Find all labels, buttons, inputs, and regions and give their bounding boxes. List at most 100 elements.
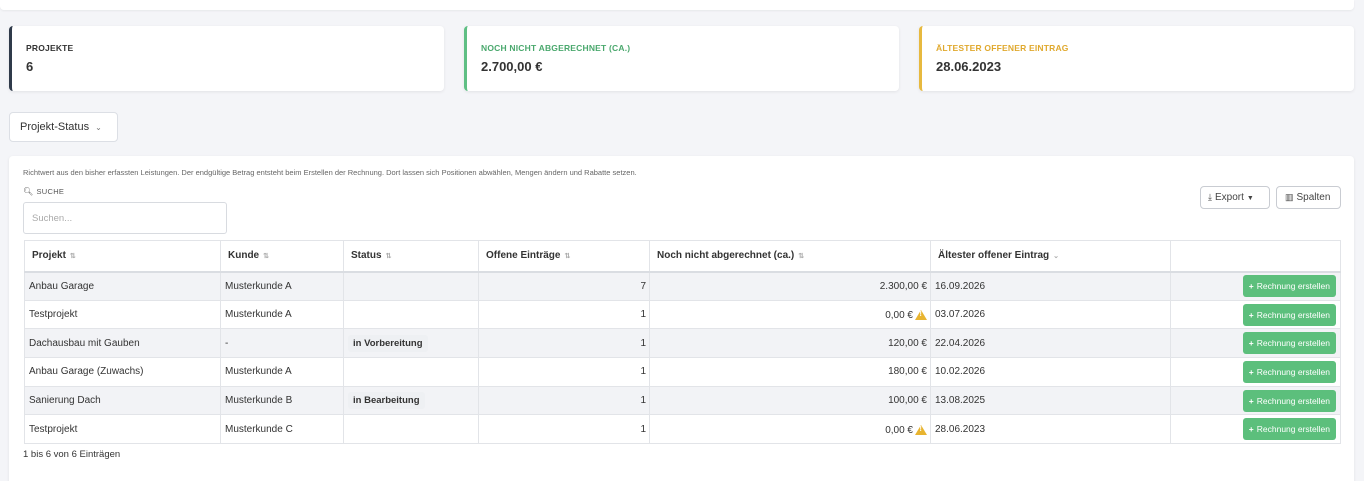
sort-desc-icon: ⌄ bbox=[1053, 253, 1060, 261]
cell-projekt[interactable]: Anbau Garage bbox=[24, 271, 221, 301]
cell-aeltester-eintrag: 16.09.2026 bbox=[930, 271, 1171, 301]
warning-icon bbox=[915, 310, 927, 321]
chevron-down-icon: ⌄ bbox=[95, 123, 102, 132]
export-label: Export bbox=[1214, 192, 1244, 203]
projects-panel: Richtwert aus den bisher erfassten Leist… bbox=[9, 156, 1354, 481]
plus-icon: + bbox=[1248, 309, 1254, 320]
cell-offene-eintraege: 1 bbox=[478, 385, 650, 416]
create-invoice-button[interactable]: + Rechnung erstellen bbox=[1242, 389, 1336, 412]
cell-offene-eintraege: 1 bbox=[478, 357, 650, 387]
table-row[interactable]: TestprojektMusterkunde A 1 0,00 € 03.07.202… bbox=[24, 299, 1341, 330]
cell-actions: + Rechnung erstellen bbox=[1170, 299, 1341, 330]
plus-icon: + bbox=[1248, 366, 1254, 377]
create-invoice-label: Rechnung erstellen bbox=[1256, 338, 1330, 349]
cell-status bbox=[343, 357, 479, 387]
col-header-status[interactable]: Status ⇅ bbox=[343, 240, 479, 273]
download-icon: ⤓ bbox=[1208, 192, 1212, 202]
cell-betrag: 120,00 € bbox=[649, 328, 931, 359]
create-invoice-button[interactable]: + Rechnung erstellen bbox=[1242, 303, 1336, 326]
create-invoice-label: Rechnung erstellen bbox=[1256, 366, 1330, 377]
cell-kunde: Musterkunde B bbox=[220, 385, 344, 416]
cell-projekt[interactable]: Dachausbau mit Gauben bbox=[24, 328, 221, 359]
search-label-text: SUCHE bbox=[36, 187, 65, 196]
project-status-dropdown[interactable]: Projekt-Status ⌄ bbox=[9, 112, 118, 142]
export-button[interactable]: ⤓ Export ▼ bbox=[1200, 186, 1270, 209]
cell-projekt[interactable]: Testprojekt bbox=[24, 299, 221, 330]
cell-betrag: 0,00 € bbox=[649, 299, 931, 330]
col-header-projekt[interactable]: Projekt ⇅ bbox=[24, 240, 221, 273]
plus-icon: + bbox=[1248, 424, 1254, 435]
search-input[interactable] bbox=[23, 202, 227, 234]
cell-status bbox=[343, 271, 479, 301]
create-invoice-button[interactable]: + Rechnung erstellen bbox=[1242, 275, 1336, 298]
caret-down-icon: ▼ bbox=[1246, 195, 1254, 202]
columns-label: Spalten bbox=[1296, 192, 1331, 203]
sort-icon: ⇅ bbox=[385, 253, 392, 261]
table-row[interactable]: TestprojektMusterkunde C 1 0,00 € 28.06.202… bbox=[24, 414, 1341, 445]
cell-aeltester-eintrag: 03.07.2026 bbox=[930, 299, 1171, 330]
search-icon: 🔍︎ bbox=[23, 187, 34, 196]
plus-icon: + bbox=[1248, 281, 1254, 292]
table-row[interactable]: Dachausbau mit Gauben - in Vorbereitung 1 12… bbox=[24, 328, 1341, 359]
cell-projekt[interactable]: Anbau Garage (Zuwachs) bbox=[24, 357, 221, 387]
cell-kunde: Musterkunde A bbox=[220, 299, 344, 330]
cell-status bbox=[343, 414, 479, 445]
col-header-actions bbox=[1170, 240, 1341, 273]
card-open-amount-title: NOCH NICHT ABGERECHNET (CA.) bbox=[481, 43, 631, 53]
table-row[interactable]: Anbau Garage Musterkunde A 7 2.300,00 €16.0… bbox=[24, 271, 1341, 301]
col-header-aeltester-eintrag[interactable]: Ältester offener Eintrag ⌄ bbox=[930, 240, 1171, 273]
card-oldest-entry-value: 28.06.2023 bbox=[936, 59, 1002, 74]
cell-actions: + Rechnung erstellen bbox=[1170, 385, 1341, 416]
cell-betrag: 180,00 € bbox=[649, 357, 931, 387]
create-invoice-label: Rechnung erstellen bbox=[1256, 395, 1330, 406]
sort-icon: ⇅ bbox=[263, 253, 269, 261]
col-header-offene-eintraege[interactable]: Offene Einträge ⇅ bbox=[478, 240, 650, 273]
table-info: 1 bis 6 von 6 Einträgen bbox=[23, 449, 121, 460]
top-bar bbox=[0, 0, 1354, 10]
cell-aeltester-eintrag: 28.06.2023 bbox=[930, 414, 1171, 445]
cell-offene-eintraege: 7 bbox=[478, 271, 650, 301]
col-header-betrag[interactable]: Noch nicht abgerechnet (ca.) ⇅ bbox=[649, 240, 931, 273]
card-open-amount-value: 2.700,00 € bbox=[481, 59, 543, 74]
table-row[interactable]: Sanierung Dach Musterkunde Bin Bearbeitun… bbox=[24, 385, 1341, 416]
cell-offene-eintraege: 1 bbox=[478, 299, 650, 330]
amount-value: 100,00 € bbox=[888, 395, 927, 407]
cell-kunde: Musterkunde A bbox=[220, 357, 344, 387]
cell-projekt[interactable]: Sanierung Dach bbox=[24, 385, 221, 416]
create-invoice-label: Rechnung erstellen bbox=[1256, 424, 1330, 435]
cell-actions: + Rechnung erstellen bbox=[1170, 271, 1341, 301]
sort-icon: ⇅ bbox=[798, 253, 805, 261]
create-invoice-button[interactable]: + Rechnung erstellen bbox=[1242, 332, 1336, 355]
create-invoice-button[interactable]: + Rechnung erstellen bbox=[1242, 360, 1336, 383]
amount-value: 2.300,00 € bbox=[879, 280, 927, 292]
amount-value: 0,00 € bbox=[885, 424, 913, 436]
card-oldest-entry: ÄLTESTER OFFENER EINTRAG 28.06.2023 bbox=[919, 26, 1354, 91]
cell-status: in Vorbereitung bbox=[343, 328, 479, 359]
warning-icon bbox=[915, 424, 927, 435]
create-invoice-button[interactable]: + Rechnung erstellen bbox=[1242, 418, 1336, 441]
cell-projekt[interactable]: Testprojekt bbox=[24, 414, 221, 445]
cell-status bbox=[343, 299, 479, 330]
cell-kunde: Musterkunde A bbox=[220, 271, 344, 301]
sort-icon: ⇅ bbox=[564, 253, 571, 261]
columns-icon: ▥ bbox=[1285, 192, 1294, 202]
project-status-label: Projekt-Status bbox=[20, 121, 90, 133]
columns-button[interactable]: ▥ Spalten bbox=[1276, 186, 1341, 209]
plus-icon: + bbox=[1248, 395, 1254, 406]
table-row[interactable]: Anbau Garage (Zuwachs) Musterkunde A 1 180,… bbox=[24, 357, 1341, 387]
estimate-hint: Richtwert aus den bisher erfassten Leist… bbox=[23, 168, 637, 177]
status-badge: in Bearbeitung bbox=[348, 392, 425, 410]
cell-status: in Bearbeitung bbox=[343, 385, 479, 416]
create-invoice-label: Rechnung erstellen bbox=[1256, 309, 1330, 320]
search-label: 🔍︎ SUCHE bbox=[23, 187, 64, 196]
amount-value: 0,00 € bbox=[885, 310, 913, 322]
cell-aeltester-eintrag: 22.04.2026 bbox=[930, 328, 1171, 359]
cell-actions: + Rechnung erstellen bbox=[1170, 357, 1341, 387]
table-header-row: Projekt ⇅ Kunde ⇅ Status ⇅ Offene Einträge ⇅… bbox=[24, 240, 1341, 273]
col-header-kunde[interactable]: Kunde ⇅ bbox=[220, 240, 344, 273]
cell-kunde: Musterkunde C bbox=[220, 414, 344, 445]
cell-offene-eintraege: 1 bbox=[478, 328, 650, 359]
cell-kunde: - bbox=[220, 328, 344, 359]
card-projects-value: 6 bbox=[26, 59, 34, 74]
cell-actions: + Rechnung erstellen bbox=[1170, 414, 1341, 445]
